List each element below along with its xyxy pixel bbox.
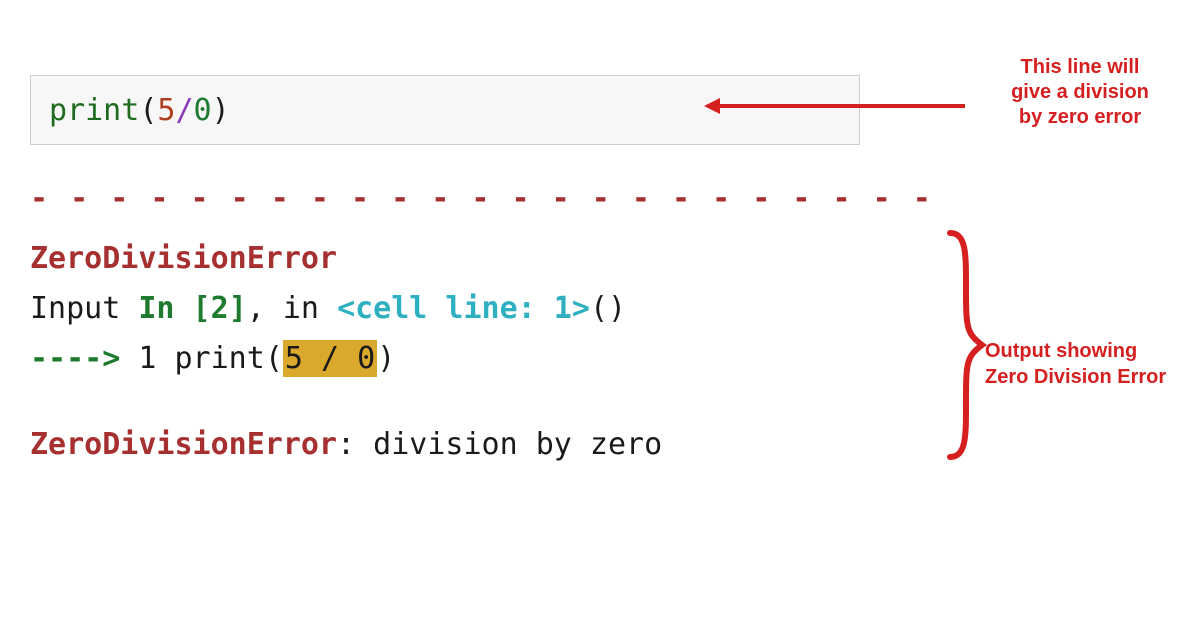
- annotation-top-line3: by zero error: [970, 105, 1190, 130]
- tb-space: [156, 341, 174, 376]
- tb-arrow: ---->: [30, 341, 138, 376]
- tb-comma-in: , in: [247, 291, 337, 326]
- tb-in-close: ]: [229, 291, 247, 326]
- tb-line-num: 1: [138, 341, 156, 376]
- annotation-bottom: Output showing Zero Division Error: [985, 338, 1200, 390]
- error-name: ZeroDivisionError: [30, 241, 337, 276]
- token-paren-open: (: [139, 93, 157, 128]
- tb-spacer: [30, 385, 950, 421]
- annotation-top-line2: give a division: [970, 80, 1190, 105]
- tb-final-msg: : division by zero: [337, 427, 662, 462]
- code-cell[interactable]: print(5 / 0): [30, 75, 860, 145]
- token-paren-close: ): [212, 93, 230, 128]
- tb-final-err: ZeroDivisionError: [30, 427, 337, 462]
- brace-icon: [940, 225, 990, 465]
- token-op-div: /: [175, 93, 193, 128]
- annotation-arrow-shaft: [720, 104, 965, 108]
- tb-in-label: In [: [138, 291, 210, 326]
- output-area: - - - - - - - - - - - - - - - - - - - - …: [30, 175, 950, 471]
- annotation-bottom-line1: Output showing: [985, 338, 1200, 364]
- annotation-top-line1: This line will: [970, 55, 1190, 80]
- tb-func: print: [175, 341, 265, 376]
- token-num-5: 5: [157, 93, 175, 128]
- tb-close: ): [377, 341, 395, 376]
- traceback-separator: - - - - - - - - - - - - - - - - - - - - …: [30, 175, 950, 223]
- annotation-arrow-head: [704, 98, 720, 114]
- annotation-bottom-line2: Zero Division Error: [985, 364, 1200, 390]
- tb-in-num: 2: [211, 291, 229, 326]
- token-num-0: 0: [194, 93, 212, 128]
- annotation-top: This line will give a division by zero e…: [970, 55, 1190, 130]
- tb-parens: (): [590, 291, 626, 326]
- tb-open: (: [265, 341, 283, 376]
- token-func: print: [49, 93, 139, 128]
- tb-input-prefix: Input: [30, 291, 138, 326]
- tb-highlight: 5 / 0: [283, 340, 377, 377]
- tb-cell-line: <cell line: 1>: [337, 291, 590, 326]
